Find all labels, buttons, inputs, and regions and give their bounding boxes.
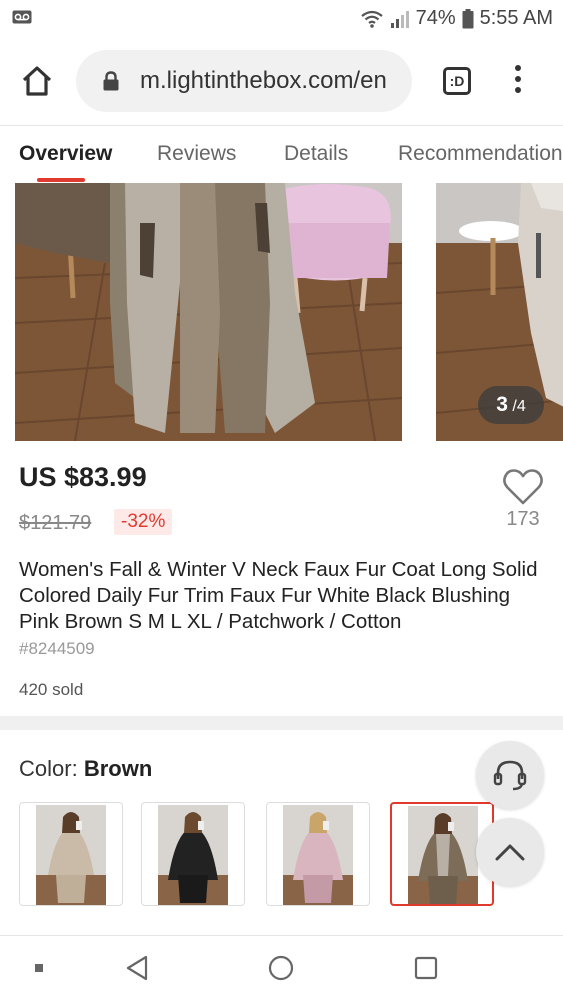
- url-bar[interactable]: m.lightinthebox.com/en: [76, 50, 412, 112]
- swatch-thumbnail-brown: [408, 806, 478, 904]
- home-circle-icon[interactable]: [268, 955, 294, 981]
- original-price: $121.79: [19, 512, 92, 534]
- swatch-thumbnail-beige: [36, 805, 106, 905]
- discount-badge: -32%: [114, 509, 173, 535]
- current-price: US $83.99: [19, 462, 147, 492]
- like-count: 173: [506, 508, 540, 530]
- section-divider: [0, 716, 563, 730]
- color-swatch-pink[interactable]: [266, 802, 370, 906]
- wifi-icon: [360, 10, 383, 28]
- voicemail-icon: [12, 10, 32, 24]
- image-counter-current: 3: [496, 393, 508, 416]
- headset-icon: [493, 760, 527, 791]
- status-bar: 74% 5:55 AM: [0, 0, 563, 40]
- color-label-text: Color:: [19, 756, 78, 781]
- selected-color: Brown: [83, 756, 153, 781]
- product-section-tabs: Overview Reviews Details Recommendations: [0, 125, 563, 183]
- product-photo[interactable]: [15, 183, 402, 441]
- lock-icon: [103, 71, 119, 91]
- tab-reviews[interactable]: Reviews: [157, 142, 236, 166]
- back-icon[interactable]: [125, 955, 149, 981]
- product-image-gallery[interactable]: 3 /4: [0, 183, 563, 441]
- color-label: Color: Brown: [19, 756, 152, 782]
- tab-overview[interactable]: Overview: [19, 142, 112, 166]
- url-text: m.lightinthebox.com/en: [140, 67, 387, 94]
- customer-service-button[interactable]: [476, 741, 544, 809]
- swatch-thumbnail-black: [158, 805, 228, 905]
- scroll-to-top-button[interactable]: [476, 818, 544, 886]
- active-tab-indicator: [37, 178, 85, 182]
- overview-square-icon[interactable]: [414, 956, 438, 980]
- home-icon[interactable]: [20, 64, 54, 98]
- image-counter-total: /4: [512, 398, 526, 415]
- product-title: Women's Fall & Winter V Neck Faux Fur Co…: [19, 558, 538, 633]
- heart-icon[interactable]: [502, 468, 544, 506]
- battery-icon: [462, 8, 474, 28]
- tab-recommendations[interactable]: Recommendations: [398, 142, 563, 166]
- browser-toolbar: m.lightinthebox.com/en :D: [0, 40, 563, 124]
- battery-percent: 74%: [415, 7, 456, 29]
- signal-icon: [390, 10, 409, 28]
- tab-switcher-icon[interactable]: :D: [443, 67, 471, 95]
- product-sku: #8244509: [19, 639, 95, 658]
- color-swatch-black[interactable]: [141, 802, 245, 906]
- sold-count: 420 sold: [19, 680, 84, 699]
- more-menu-icon[interactable]: [508, 62, 528, 102]
- color-swatch-beige[interactable]: [19, 802, 123, 906]
- chevron-up-icon: [495, 844, 525, 861]
- recent-apps-dot-icon[interactable]: [34, 963, 44, 973]
- swatch-thumbnail-pink: [283, 805, 353, 905]
- image-counter: 3 /4: [478, 386, 544, 424]
- system-navigation-bar: [0, 935, 563, 1000]
- clock: 5:55 AM: [479, 7, 553, 29]
- tab-details[interactable]: Details: [284, 142, 348, 166]
